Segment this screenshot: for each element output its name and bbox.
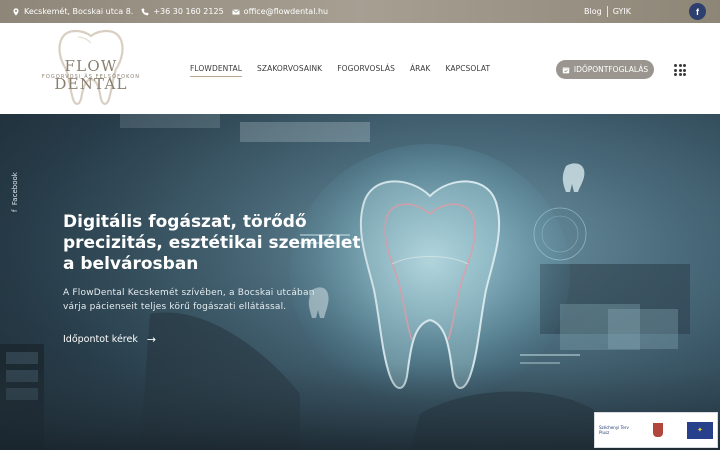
nav-item-flowdental[interactable]: FLOWDENTAL [190,64,242,77]
address-text: Kecskemét, Bocskai utca 8. [24,7,134,16]
nav-item-contact[interactable]: KAPCSOLAT [445,64,490,73]
phone-text: +36 30 160 2125 [153,7,224,16]
email-item[interactable]: office@flowdental.hu [232,7,328,16]
eu-flag-icon: ✦ [686,421,713,439]
phone-item[interactable]: +36 30 160 2125 [141,7,224,16]
logo[interactable]: FLOW DENTAL FOGORVOSI ÁS FELSŐFOKON [32,27,150,111]
hero-description-line: várja pácienseit teljes körű fogászati e… [63,302,287,312]
hero-banner [0,114,720,450]
side-facebook-link[interactable]: f Facebook [11,172,19,212]
main-nav: FLOWDENTAL SZAKORVOSAINK FOGORVOSLÁS ÁRA… [190,64,505,77]
topbar-right: Blog GYIK f [584,0,720,23]
hero-description: A FlowDental Kecskemét szívében, a Bocsk… [63,286,333,314]
mail-icon [232,8,240,16]
top-contact-bar: Kecskemét, Bocskai utca 8. +36 30 160 21… [0,0,720,23]
hero-title: Digitális fogászat, törődő precizitás, e… [63,212,363,275]
hero-title-line: precizitás, esztétikai szemlélet [63,233,361,253]
nav-item-prices[interactable]: ÁRAK [410,64,431,73]
nav-item-specialists[interactable]: SZAKORVOSAINK [257,64,322,73]
booking-button[interactable]: IDŐPONTFOGLALÁS [556,60,654,79]
side-facebook-label: Facebook [11,172,19,206]
grid-menu-icon[interactable] [674,64,686,76]
funding-badge[interactable]: Széchenyi Terv Plusz ✦ [594,412,718,448]
funding-badge-text: Széchenyi Terv Plusz [599,425,629,435]
divider [606,6,608,17]
brand-tagline: FOGORVOSI ÁS FELSŐFOKON [41,74,141,80]
funding-line-2: Plusz [599,430,610,435]
coat-of-arms-icon [652,423,663,437]
arrow-right-icon: → [146,333,157,346]
faq-link[interactable]: GYIK [613,7,631,16]
address-item[interactable]: Kecskemét, Bocskai utca 8. [12,7,133,16]
blog-link[interactable]: Blog [584,7,602,16]
hero-title-line: a belvárosban [63,254,199,274]
phone-icon [141,7,149,16]
email-text: office@flowdental.hu [243,7,329,16]
facebook-small-icon: f [11,209,19,212]
appointment-request-link[interactable]: Időpontot kérek → [63,333,156,346]
cta-label: Időpontot kérek [63,334,138,345]
hero-title-line: Digitális fogászat, törődő [63,212,307,232]
contact-info: Kecskemét, Bocskai utca 8. +36 30 160 21… [12,7,336,16]
location-pin-icon [12,7,20,16]
hero-overlay [0,114,720,450]
facebook-button[interactable]: f [689,3,706,20]
calendar-icon [562,66,570,73]
site-header: FLOW DENTAL FOGORVOSI ÁS FELSŐFOKON FLOW… [0,23,720,114]
hero-description-line: A FlowDental Kecskemét szívében, a Bocsk… [63,288,315,298]
booking-label: IDŐPONTFOGLALÁS [573,65,649,74]
facebook-icon: f [696,6,699,17]
nav-item-dentistry[interactable]: FOGORVOSLÁS [337,64,395,73]
